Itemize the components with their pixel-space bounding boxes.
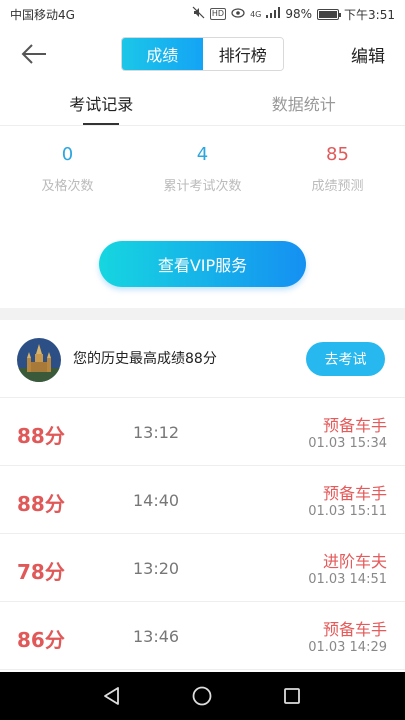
record-score: 88分 [17, 424, 65, 448]
record-rank: 进阶车夫 [322, 552, 387, 571]
eye-icon [231, 7, 245, 21]
signal-icon [266, 7, 281, 21]
segment-control: 成绩 排行榜 [121, 37, 284, 71]
hd-icon: HD [209, 8, 227, 20]
record-score: 78分 [17, 560, 65, 584]
stat-label: 成绩预测 [311, 179, 364, 194]
battery-icon [317, 8, 342, 20]
record-row[interactable]: 86分 13:46 预备车手 01.03 14:29 [0, 602, 405, 670]
system-back-button[interactable] [100, 684, 124, 708]
stats-row: 0 及格次数 4 累计考试次数 85 成绩预测 [0, 136, 405, 206]
nav-bar: 成绩 排行榜 编辑 [0, 28, 405, 80]
clock: 下午3:51 [344, 7, 395, 22]
battery-percent: 98% [285, 7, 313, 21]
record-rank: 预备车手 [322, 484, 387, 503]
record-score: 86分 [17, 628, 65, 652]
record-date: 01.03 15:34 [308, 436, 387, 451]
record-date: 01.03 14:51 [308, 572, 387, 587]
arrow-left-icon [21, 44, 46, 64]
tab-label: 考试记录 [69, 94, 134, 114]
record-duration: 14:40 [133, 491, 180, 510]
battery-fill [319, 10, 337, 18]
record-date: 01.03 15:11 [308, 504, 387, 519]
tab-bar: 考试记录 数据统计 [0, 80, 405, 126]
stat-value: 85 [326, 144, 349, 165]
records-list: 88分 13:12 预备车手 01.03 15:34 88分 14:40 预备车… [0, 398, 405, 670]
record-rank: 预备车手 [322, 416, 387, 435]
record-score: 88分 [17, 492, 65, 516]
stat-value: 4 [196, 144, 209, 165]
tab-label: 数据统计 [271, 94, 336, 114]
status-icons: HD 4G 98% 下午3:51 [192, 6, 395, 23]
record-row[interactable]: 88分 14:40 预备车手 01.03 15:11 [0, 466, 405, 534]
best-score-text: 您的历史最高成绩88分 [73, 351, 217, 367]
record-row[interactable]: 78分 13:20 进阶车夫 01.03 14:51 [0, 534, 405, 602]
system-home-button[interactable] [190, 684, 214, 708]
tab-exam-records[interactable]: 考试记录 [0, 80, 203, 125]
record-duration: 13:46 [133, 627, 180, 646]
tab-data-stats[interactable]: 数据统计 [203, 80, 405, 125]
vip-service-button[interactable]: 查看VIP服务 [99, 241, 306, 287]
stat-value: 0 [61, 144, 74, 165]
stat-label: 累计考试次数 [163, 179, 242, 194]
segment-scores[interactable]: 成绩 [122, 38, 203, 70]
stat-total-exams: 4 累计考试次数 [135, 136, 270, 206]
best-score-row: 您的历史最高成绩88分 去考试 [0, 320, 405, 398]
section-divider [0, 308, 405, 320]
tab-active-indicator [83, 123, 120, 125]
edit-button[interactable]: 编辑 [351, 42, 385, 67]
back-button[interactable] [18, 38, 50, 70]
stat-pass-count: 0 及格次数 [0, 136, 135, 206]
triangle-back-icon [104, 687, 119, 705]
system-nav-bar [0, 672, 405, 720]
mute-icon [192, 6, 205, 22]
record-row[interactable]: 88分 13:12 预备车手 01.03 15:34 [0, 398, 405, 466]
square-recents-icon [284, 688, 300, 704]
record-duration: 13:12 [133, 423, 180, 442]
record-date: 01.03 14:29 [308, 640, 387, 655]
stat-score-prediction: 85 成绩预测 [270, 136, 405, 206]
system-recents-button[interactable] [280, 684, 304, 708]
go-exam-button[interactable]: 去考试 [306, 342, 385, 376]
carrier-label: 中国移动4G [10, 7, 75, 22]
record-duration: 13:20 [133, 559, 180, 578]
record-rank: 预备车手 [322, 620, 387, 639]
network-label: 4G [250, 9, 262, 19]
stat-label: 及格次数 [41, 179, 94, 194]
segment-leaderboard[interactable]: 排行榜 [202, 38, 283, 70]
circle-home-icon [192, 686, 212, 706]
status-bar: 中国移动4G HD 4G 98% 下午3:51 [0, 0, 405, 28]
avatar [17, 338, 61, 382]
